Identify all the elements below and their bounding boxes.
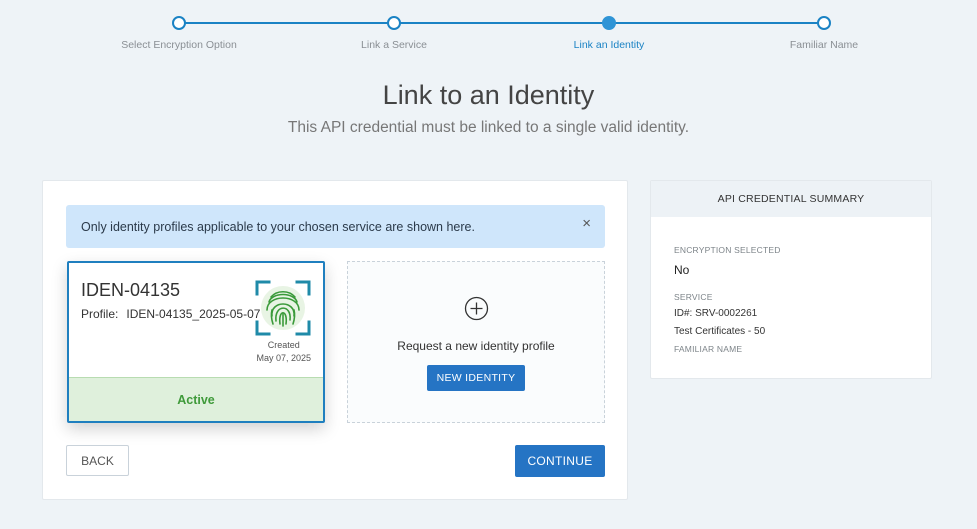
alert-message: Only identity profiles applicable to you… (81, 219, 475, 234)
progress-stepper: Select Encryption Option Link a Service … (0, 0, 977, 60)
step-dot (172, 16, 186, 30)
step-label: Link a Service (361, 39, 427, 51)
identity-profile: Profile: IDEN-04135_2025-05-07 (81, 307, 260, 321)
step-dot (817, 16, 831, 30)
created-date: May 07, 2025 (256, 353, 311, 363)
step-dot (387, 16, 401, 30)
step-label: Familiar Name (789, 39, 859, 51)
status-badge: Active (69, 377, 323, 421)
profile-value: IDEN-04135_2025-05-07 (126, 307, 261, 321)
created-label: Created (267, 340, 300, 350)
stepper-line (179, 22, 824, 24)
step-select-encryption[interactable]: Select Encryption Option (99, 16, 259, 51)
service-id: ID#: SRV-0002261 (674, 308, 758, 319)
request-identity-card: Request a new identity profile NEW IDENT… (347, 261, 605, 423)
service-name: Test Certificates - 50 (674, 326, 766, 337)
new-identity-button[interactable]: NEW IDENTITY (427, 365, 525, 391)
service-label: SERVICE (674, 292, 713, 302)
api-credential-summary: API CREDENTIAL SUMMARY ENCRYPTION SELECT… (650, 180, 932, 379)
back-button[interactable]: BACK (66, 445, 129, 476)
continue-button[interactable]: CONTINUE (515, 445, 605, 477)
summary-body: ENCRYPTION SELECTED No SERVICE ID#: SRV-… (651, 217, 931, 354)
summary-title: API CREDENTIAL SUMMARY (651, 181, 931, 217)
identity-card[interactable]: IDEN-04135 Profile: IDEN-04135_2025-05-07 (67, 261, 325, 423)
encryption-label: ENCRYPTION SELECTED (674, 245, 781, 255)
step-link-identity[interactable]: Link an Identity (529, 16, 689, 51)
plus-circle-icon (464, 296, 489, 321)
identity-id: IDEN-04135 (81, 280, 181, 300)
page-subtitle: This API credential must be linked to a … (287, 119, 690, 136)
fingerprint-icon (255, 280, 311, 336)
request-identity-text: Request a new identity profile (397, 339, 555, 353)
familiar-name-label: FAMILIAR NAME (674, 344, 743, 354)
profile-label: Profile: (81, 307, 119, 321)
encryption-value: No (674, 263, 690, 277)
step-dot-active (602, 16, 616, 30)
step-familiar-name[interactable]: Familiar Name (744, 16, 904, 51)
created-info: Created May 07, 2025 (256, 339, 311, 365)
close-icon[interactable]: × (582, 216, 591, 231)
step-link-service[interactable]: Link a Service (314, 16, 474, 51)
step-label: Link an Identity (573, 39, 645, 51)
identity-selection-panel: Only identity profiles applicable to you… (42, 180, 628, 500)
step-label: Select Encryption Option (121, 39, 237, 51)
page-title: Link to an Identity (382, 80, 595, 110)
info-alert: Only identity profiles applicable to you… (66, 205, 605, 248)
